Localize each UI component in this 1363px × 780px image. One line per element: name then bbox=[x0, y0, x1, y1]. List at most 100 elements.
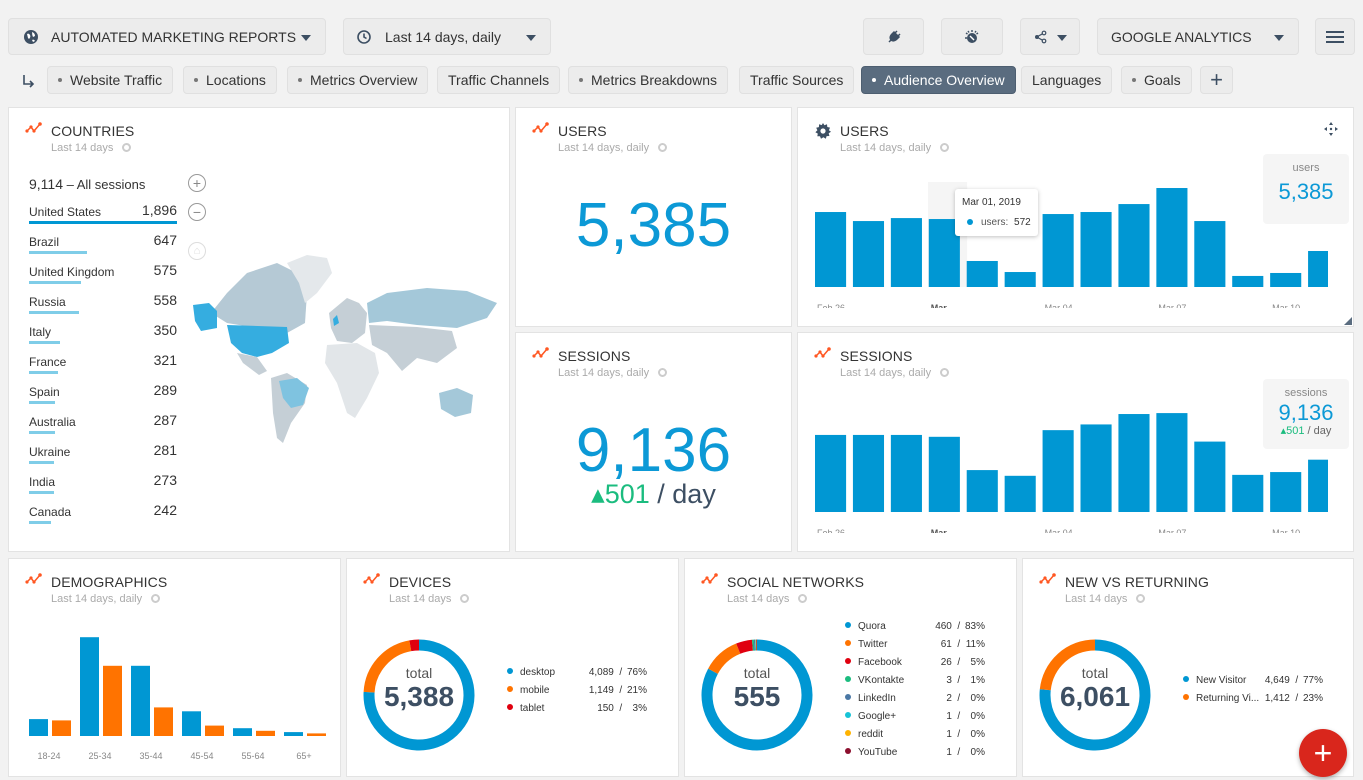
tab-locations[interactable]: Locations bbox=[183, 66, 277, 94]
report-selector[interactable]: AUTOMATED MARKETING REPORTS bbox=[8, 18, 326, 55]
legend-item[interactable]: Quora 460 / 83% bbox=[845, 621, 985, 632]
bar[interactable] bbox=[131, 665, 150, 736]
tab-traffic-sources[interactable]: Traffic Sources bbox=[739, 66, 855, 94]
bar[interactable] bbox=[1232, 474, 1264, 512]
data-source-selector[interactable]: GOOGLE ANALYTICS bbox=[1097, 18, 1299, 55]
date-range-selector[interactable]: Last 14 days, daily bbox=[343, 18, 551, 55]
add-tab-button[interactable]: + bbox=[1200, 66, 1233, 94]
map-region-alaska[interactable] bbox=[193, 303, 217, 331]
visibility-icon[interactable] bbox=[460, 594, 470, 603]
tab-goals[interactable]: Goals bbox=[1121, 66, 1192, 94]
country-row[interactable]: United Kingdom 575 bbox=[29, 262, 177, 292]
country-row[interactable]: Brazil 647 bbox=[29, 232, 177, 262]
bar[interactable] bbox=[1156, 188, 1188, 287]
map-region-russia[interactable] bbox=[367, 288, 497, 328]
visibility-icon[interactable] bbox=[658, 368, 668, 377]
legend-item[interactable]: tablet 150 / 3% bbox=[507, 703, 647, 714]
map-zoom-out-button[interactable]: − bbox=[188, 203, 206, 221]
theme-button[interactable] bbox=[941, 18, 1003, 55]
legend-item[interactable]: Returning Vi... 1,412 / 23% bbox=[1183, 693, 1323, 704]
bar[interactable] bbox=[966, 470, 998, 512]
bar[interactable] bbox=[52, 720, 71, 736]
country-row[interactable]: Italy 350 bbox=[29, 322, 177, 352]
map-region-australia[interactable] bbox=[439, 388, 473, 417]
bar[interactable] bbox=[1232, 275, 1264, 287]
bar[interactable] bbox=[1080, 424, 1112, 512]
bar[interactable] bbox=[1118, 204, 1150, 287]
map-region-canada[interactable] bbox=[211, 263, 307, 333]
bar[interactable] bbox=[80, 637, 99, 736]
share-button[interactable] bbox=[1020, 18, 1080, 55]
tab-audience-overview[interactable]: Audience Overview bbox=[861, 66, 1016, 94]
bar[interactable] bbox=[1308, 250, 1328, 287]
bar[interactable] bbox=[205, 725, 224, 736]
resize-handle[interactable] bbox=[1344, 317, 1352, 325]
bar[interactable] bbox=[1270, 272, 1302, 287]
world-map[interactable] bbox=[187, 253, 507, 453]
integrations-button[interactable] bbox=[863, 18, 924, 55]
map-zoom-in-button[interactable]: + bbox=[188, 174, 206, 192]
bar[interactable] bbox=[815, 434, 847, 512]
map-region-africa[interactable] bbox=[325, 343, 379, 418]
bar[interactable] bbox=[815, 212, 847, 287]
bar[interactable] bbox=[1118, 414, 1150, 512]
country-row[interactable]: France 321 bbox=[29, 352, 177, 382]
bar[interactable] bbox=[1270, 472, 1302, 512]
bar[interactable] bbox=[256, 730, 275, 736]
country-row[interactable]: Spain 289 bbox=[29, 382, 177, 412]
tab-metrics-breakdowns[interactable]: Metrics Breakdowns bbox=[568, 66, 729, 94]
visibility-icon[interactable] bbox=[658, 143, 668, 152]
bar[interactable] bbox=[1004, 272, 1036, 287]
bar[interactable] bbox=[233, 728, 252, 736]
legend-item[interactable]: Google+ 1 / 0% bbox=[845, 711, 985, 722]
bar[interactable] bbox=[307, 733, 326, 736]
country-row[interactable]: United States 1,896 bbox=[29, 202, 177, 232]
bar[interactable] bbox=[966, 260, 998, 287]
bar[interactable] bbox=[890, 218, 922, 287]
country-row[interactable]: India 273 bbox=[29, 472, 177, 502]
bar[interactable] bbox=[1080, 212, 1112, 287]
legend-item[interactable]: VKontakte 3 / 1% bbox=[845, 675, 985, 686]
bar[interactable] bbox=[154, 707, 173, 736]
visibility-icon[interactable] bbox=[1136, 594, 1146, 603]
tab-website-traffic[interactable]: Website Traffic bbox=[47, 66, 174, 94]
bar[interactable] bbox=[103, 665, 122, 736]
menu-button[interactable] bbox=[1315, 18, 1355, 55]
country-row[interactable]: Canada 242 bbox=[29, 502, 177, 532]
bar[interactable] bbox=[1194, 221, 1226, 287]
legend-item[interactable]: New Visitor 4,649 / 77% bbox=[1183, 675, 1323, 686]
donut-slice[interactable] bbox=[409, 639, 420, 652]
bar[interactable] bbox=[284, 732, 303, 736]
bar[interactable] bbox=[1308, 459, 1328, 512]
visibility-icon[interactable] bbox=[798, 594, 808, 603]
tab-languages[interactable]: Languages bbox=[1021, 66, 1113, 94]
bar[interactable] bbox=[1194, 441, 1226, 512]
bar[interactable] bbox=[1004, 475, 1036, 512]
map-region-asia[interactable] bbox=[369, 325, 457, 371]
legend-item[interactable]: mobile 1,149 / 21% bbox=[507, 685, 647, 696]
legend-item[interactable]: LinkedIn 2 / 0% bbox=[845, 693, 985, 704]
bar[interactable] bbox=[182, 711, 201, 736]
legend-item[interactable]: desktop 4,089 / 76% bbox=[507, 667, 647, 678]
bar[interactable] bbox=[852, 434, 885, 512]
bar[interactable] bbox=[852, 221, 885, 287]
map-region-mexico[interactable] bbox=[237, 353, 267, 375]
visibility-icon[interactable] bbox=[122, 143, 132, 152]
legend-item[interactable]: Facebook 26 / 5% bbox=[845, 657, 985, 668]
bar[interactable] bbox=[890, 434, 922, 512]
legend-item[interactable]: reddit 1 / 0% bbox=[845, 729, 985, 740]
add-widget-fab-button[interactable]: + bbox=[1299, 729, 1347, 777]
tab-metrics-overview[interactable]: Metrics Overview bbox=[287, 66, 429, 94]
bar[interactable] bbox=[29, 719, 48, 736]
country-row[interactable]: Russia 558 bbox=[29, 292, 177, 322]
bar[interactable] bbox=[1156, 413, 1188, 512]
map-region-usa[interactable] bbox=[227, 325, 289, 357]
tab-traffic-channels[interactable]: Traffic Channels bbox=[437, 66, 561, 94]
legend-item[interactable]: YouTube 1 / 0% bbox=[845, 747, 985, 758]
donut-slice[interactable] bbox=[736, 639, 754, 654]
legend-item[interactable]: Twitter 61 / 11% bbox=[845, 639, 985, 650]
country-row[interactable]: Ukraine 281 bbox=[29, 442, 177, 472]
country-row[interactable]: Australia 287 bbox=[29, 412, 177, 442]
bar[interactable] bbox=[928, 436, 960, 512]
bar[interactable] bbox=[1042, 430, 1074, 512]
